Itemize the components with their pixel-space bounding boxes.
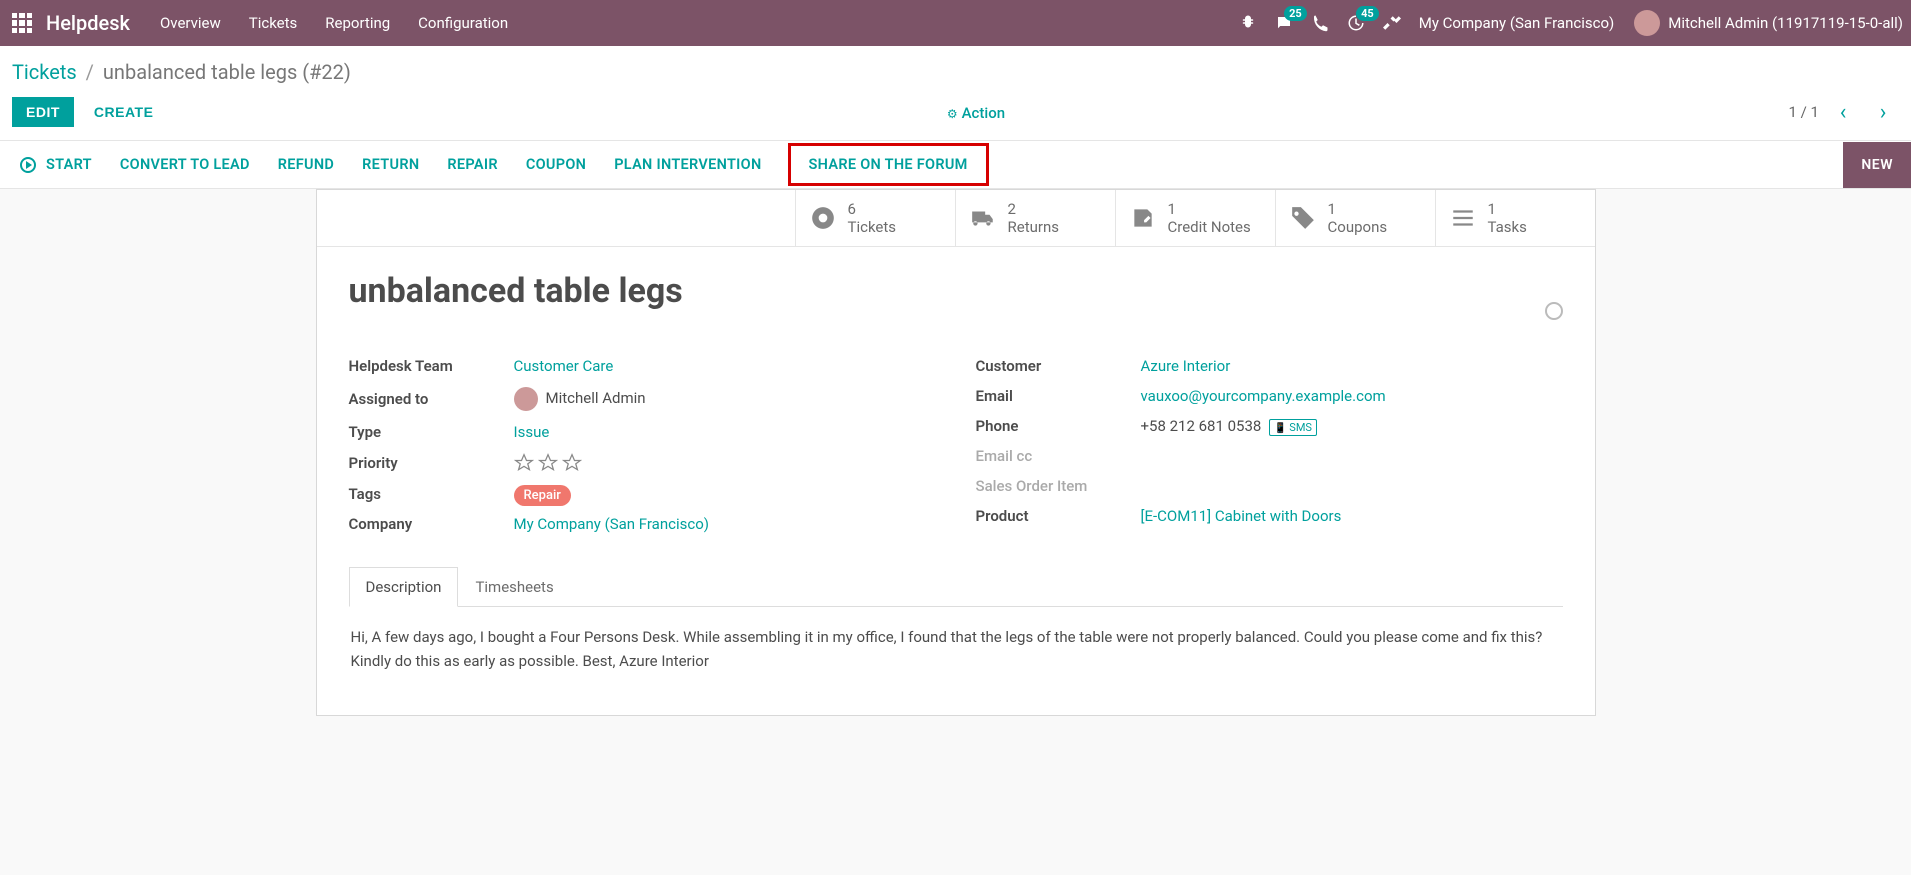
company-switcher[interactable]: My Company (San Francisco): [1419, 14, 1614, 32]
breadcrumb-sep: /: [86, 60, 94, 84]
description-body: Hi, A few days ago, I bought a Four Pers…: [349, 607, 1563, 691]
stat-button-box: 6Tickets 2Returns 1Credit Notes 1Coupons…: [317, 190, 1595, 247]
helpdesk-team-value[interactable]: Customer Care: [514, 357, 936, 375]
breadcrumb-current: unbalanced table legs (#22): [103, 60, 351, 84]
notebook-tabs: Description Timesheets: [349, 567, 1563, 607]
stage-new[interactable]: NEW: [1843, 142, 1911, 188]
create-button[interactable]: CREATE: [84, 99, 164, 125]
emailcc-label: Email cc: [976, 447, 1141, 465]
messages-icon[interactable]: 25: [1275, 14, 1293, 32]
pager-value[interactable]: 1 / 1: [1789, 103, 1820, 121]
status-bar: START CONVERT TO LEAD REFUND RETURN REPA…: [0, 141, 1911, 189]
assigned-to-value[interactable]: Mitchell Admin: [514, 387, 936, 411]
left-column: Helpdesk TeamCustomer Care Assigned toMi…: [349, 351, 936, 539]
control-panel: EDIT CREATE Action 1 / 1 ‹ ›: [0, 90, 1911, 141]
customer-value[interactable]: Azure Interior: [1141, 357, 1563, 375]
assignee-avatar: [514, 387, 538, 411]
phone-label: Phone: [976, 417, 1141, 435]
activities-icon[interactable]: 45: [1347, 14, 1365, 32]
debug-icon[interactable]: [1239, 14, 1257, 32]
pager-next[interactable]: ›: [1867, 96, 1899, 128]
statusbar-actions: START CONVERT TO LEAD REFUND RETURN REPA…: [44, 142, 989, 187]
company-label: Company: [349, 515, 514, 533]
edit-note-icon: [1130, 205, 1156, 231]
stat-tasks[interactable]: 1Tasks: [1435, 190, 1595, 246]
start-timer-icon[interactable]: [20, 157, 36, 173]
activities-badge: 45: [1356, 6, 1379, 21]
action-share-on-forum[interactable]: SHARE ON THE FORUM: [788, 143, 989, 186]
tab-description[interactable]: Description: [349, 567, 459, 607]
edit-button[interactable]: EDIT: [12, 97, 74, 127]
stat-returns[interactable]: 2Returns: [955, 190, 1115, 246]
sms-button[interactable]: SMS: [1269, 419, 1317, 436]
tags-label: Tags: [349, 485, 514, 503]
action-repair[interactable]: REPAIR: [445, 142, 499, 187]
app-brand[interactable]: Helpdesk: [46, 11, 130, 35]
star-icon[interactable]: [562, 453, 582, 473]
action-convert-to-lead[interactable]: CONVERT TO LEAD: [118, 142, 252, 187]
priority-stars[interactable]: [514, 453, 936, 473]
tag-icon: [1290, 205, 1316, 231]
sales-order-item-label: Sales Order Item: [976, 477, 1141, 495]
star-icon[interactable]: [514, 453, 534, 473]
menu-reporting[interactable]: Reporting: [325, 14, 390, 32]
stat-tickets[interactable]: 6Tickets: [795, 190, 955, 246]
helpdesk-team-label: Helpdesk Team: [349, 357, 514, 375]
form-scroll-area[interactable]: 6Tickets 2Returns 1Credit Notes 1Coupons…: [0, 189, 1911, 875]
assigned-to-label: Assigned to: [349, 390, 514, 408]
star-icon[interactable]: [538, 453, 558, 473]
messages-badge: 25: [1284, 6, 1307, 21]
menu-configuration[interactable]: Configuration: [418, 14, 508, 32]
tools-icon[interactable]: [1383, 14, 1401, 32]
action-return[interactable]: RETURN: [360, 142, 421, 187]
customer-label: Customer: [976, 357, 1141, 375]
email-label: Email: [976, 387, 1141, 405]
apps-menu-icon[interactable]: [8, 9, 36, 37]
type-value[interactable]: Issue: [514, 423, 936, 441]
username: Mitchell Admin (11917119-15-0-all): [1668, 14, 1903, 32]
tab-timesheets[interactable]: Timesheets: [458, 567, 570, 606]
avatar: [1634, 10, 1660, 36]
menu-overview[interactable]: Overview: [160, 14, 221, 32]
product-value[interactable]: [E-COM11] Cabinet with Doors: [1141, 507, 1563, 525]
action-start[interactable]: START: [44, 142, 94, 187]
breadcrumb: Tickets / unbalanced table legs (#22): [0, 46, 1911, 90]
form-sheet: 6Tickets 2Returns 1Credit Notes 1Coupons…: [316, 189, 1596, 716]
systray: 25 45: [1239, 14, 1401, 32]
action-dropdown[interactable]: Action: [947, 104, 1005, 122]
truck-icon: [970, 205, 996, 231]
list-icon: [1450, 205, 1476, 231]
stat-coupons[interactable]: 1Coupons: [1275, 190, 1435, 246]
stat-credit-notes[interactable]: 1Credit Notes: [1115, 190, 1275, 246]
menu-tickets[interactable]: Tickets: [249, 14, 298, 32]
phone-value[interactable]: +58 212 681 0538: [1141, 417, 1262, 435]
company-value[interactable]: My Company (San Francisco): [514, 515, 936, 533]
user-menu[interactable]: Mitchell Admin (11917119-15-0-all): [1634, 10, 1903, 36]
action-coupon[interactable]: COUPON: [524, 142, 588, 187]
lifebuoy-icon: [810, 205, 836, 231]
action-plan-intervention[interactable]: PLAN INTERVENTION: [612, 142, 763, 187]
type-label: Type: [349, 423, 514, 441]
main-menu: Overview Tickets Reporting Configuration: [160, 14, 508, 32]
right-column: CustomerAzure Interior Emailvauxoo@yourc…: [976, 351, 1563, 539]
tag-repair[interactable]: Repair: [514, 485, 571, 506]
phone-icon[interactable]: [1311, 14, 1329, 32]
ticket-title: unbalanced table legs: [349, 271, 683, 311]
pager: 1 / 1 ‹ ›: [1789, 96, 1900, 128]
email-value[interactable]: vauxoo@yourcompany.example.com: [1141, 387, 1563, 405]
kanban-state-toggle[interactable]: [1545, 302, 1563, 320]
breadcrumb-root[interactable]: Tickets: [12, 60, 77, 84]
product-label: Product: [976, 507, 1141, 525]
top-navbar: Helpdesk Overview Tickets Reporting Conf…: [0, 0, 1911, 46]
pager-prev[interactable]: ‹: [1827, 96, 1859, 128]
priority-label: Priority: [349, 454, 514, 472]
action-refund[interactable]: REFUND: [276, 142, 336, 187]
